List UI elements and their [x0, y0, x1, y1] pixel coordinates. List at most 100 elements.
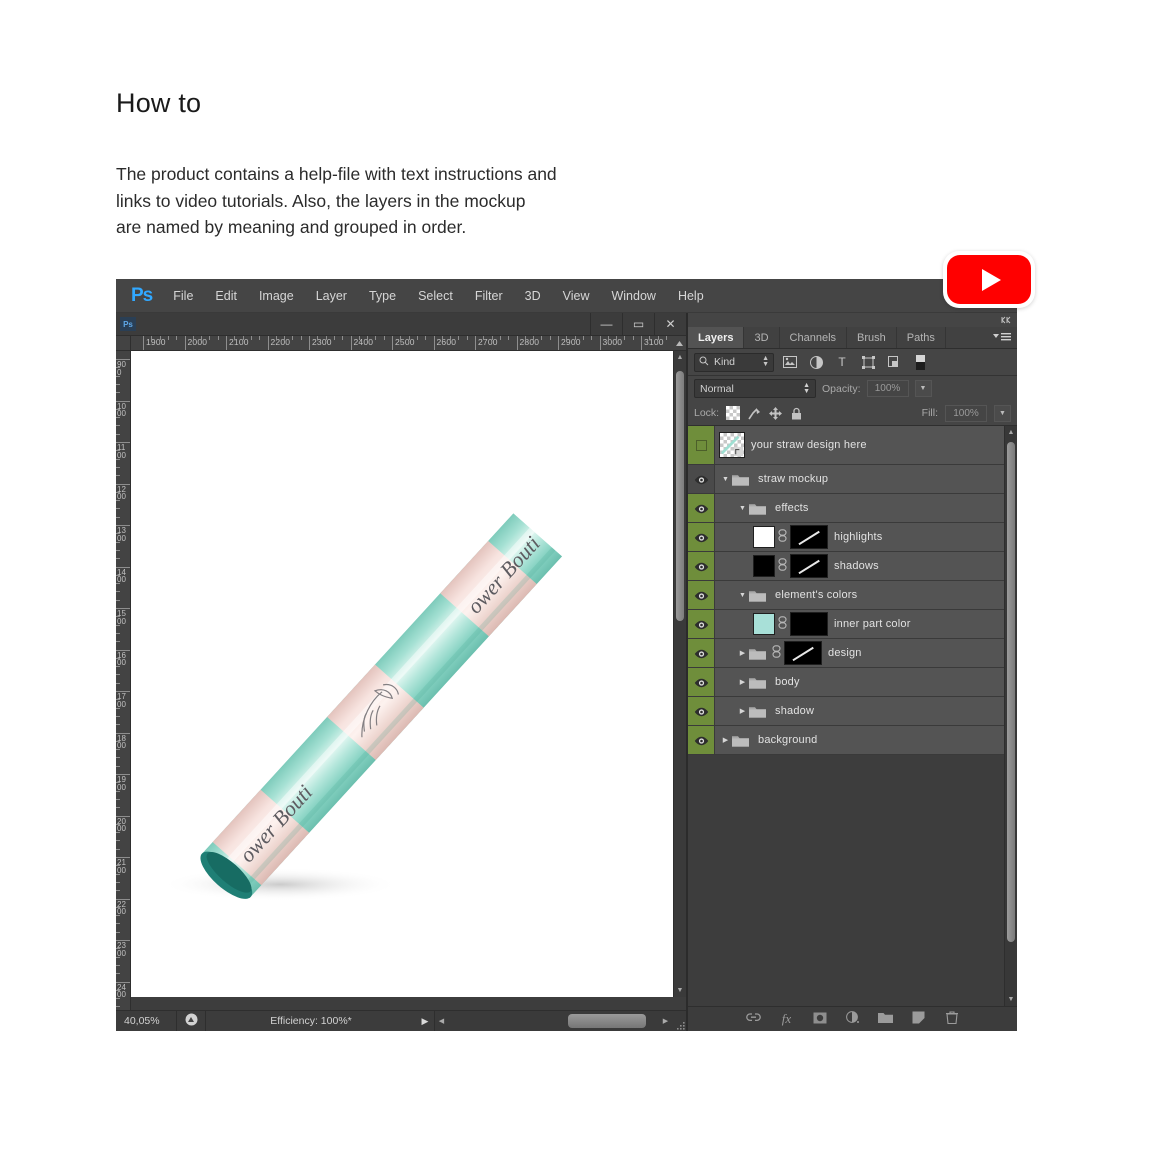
layer-row[interactable]: ▶ background	[688, 726, 1004, 755]
tab-layers[interactable]: Layers	[688, 327, 745, 348]
menu-item-3d[interactable]: 3D	[514, 285, 552, 307]
menu-item-layer[interactable]: Layer	[305, 285, 358, 307]
scroll-right-arrow-icon[interactable]: ▶	[659, 1017, 672, 1025]
tab-channels[interactable]: Channels	[779, 327, 848, 348]
layer-row-body[interactable]: inner part color	[715, 610, 1004, 638]
menu-item-view[interactable]: View	[552, 285, 601, 307]
resize-grip[interactable]	[672, 1011, 686, 1031]
layer-visibility-toggle[interactable]	[688, 610, 715, 638]
layer-row[interactable]: ▼ element's colors	[688, 581, 1004, 610]
lock-image-icon[interactable]	[747, 406, 761, 420]
link-icon[interactable]	[775, 616, 790, 632]
delete-layer-icon[interactable]	[944, 1011, 960, 1027]
layer-visibility-toggle[interactable]	[688, 552, 715, 580]
scroll-down-arrow-icon[interactable]: ▼	[1005, 993, 1017, 1006]
chevron-right-icon[interactable]: ▶	[736, 678, 749, 686]
layer-row-body[interactable]: highlights	[715, 523, 1004, 551]
layer-color-swatch[interactable]	[753, 613, 775, 635]
chevron-right-icon[interactable]: ▶	[736, 707, 749, 715]
layer-row[interactable]: ▼ straw mockup	[688, 465, 1004, 494]
link-icon[interactable]	[775, 529, 790, 545]
link-layers-icon[interactable]	[746, 1012, 762, 1026]
layer-row-body[interactable]: ▼ straw mockup	[715, 465, 1004, 493]
blend-mode-select[interactable]: Normal ▲ ▼	[694, 379, 816, 398]
layer-row[interactable]: your straw design here	[688, 426, 1004, 465]
zoom-level[interactable]: 40,05%	[116, 1015, 176, 1027]
layer-row-body[interactable]: ▶ design	[715, 639, 1004, 667]
menu-item-filter[interactable]: Filter	[464, 285, 514, 307]
layer-mask-thumbnail[interactable]	[790, 554, 828, 578]
canvas-vscroll-thumb[interactable]	[676, 371, 684, 621]
layer-visibility-toggle[interactable]	[688, 465, 715, 493]
scroll-up-arrow-icon[interactable]: ▲	[674, 351, 686, 364]
horizontal-ruler[interactable]: 1900 2000 2100 2200 2300 2400 2500 2600 2700 2800…	[131, 336, 673, 351]
layer-thumbnail[interactable]	[719, 432, 745, 458]
toggle-filter-icon[interactable]	[910, 353, 930, 372]
scroll-up-arrow-icon[interactable]: ▲	[1005, 426, 1017, 439]
chevron-updown-icon[interactable]: ▲ ▼	[762, 355, 769, 368]
chevron-right-icon[interactable]: ▶	[719, 736, 732, 744]
ruler-scroll-up-arrow[interactable]	[673, 336, 686, 351]
layer-mask-thumbnail[interactable]	[790, 525, 828, 549]
link-icon[interactable]	[769, 645, 784, 661]
canvas-hscroll-thumb[interactable]	[568, 1014, 646, 1028]
tab-brush[interactable]: Brush	[847, 327, 897, 348]
chevron-down-icon[interactable]: ▼	[736, 505, 749, 512]
layer-row[interactable]: ▶ body	[688, 668, 1004, 697]
menu-item-window[interactable]: Window	[600, 285, 666, 307]
canvas-artboard[interactable]: ower Bouti ower Bouti	[131, 351, 673, 997]
filter-kind-select[interactable]: Kind ▲ ▼	[694, 352, 774, 372]
chevron-down-icon[interactable]: ▼	[736, 592, 749, 599]
layer-color-swatch[interactable]	[753, 526, 775, 548]
link-icon[interactable]	[775, 558, 790, 574]
layer-visibility-toggle[interactable]	[688, 523, 715, 551]
menu-item-help[interactable]: Help	[667, 285, 715, 307]
layer-row-body[interactable]: ▶ background	[715, 726, 1004, 754]
ruler-corner[interactable]	[116, 336, 131, 351]
new-layer-icon[interactable]	[911, 1011, 927, 1027]
layer-mask-thumbnail[interactable]	[784, 641, 822, 665]
maximize-button[interactable]: ▭	[622, 313, 654, 335]
fill-dropdown-icon[interactable]: ▼	[994, 404, 1011, 422]
layer-list[interactable]: your straw design here ▼ straw mockup ▼ effe…	[688, 426, 1017, 1006]
layer-visibility-toggle-off[interactable]	[688, 426, 715, 464]
new-group-icon[interactable]	[878, 1012, 894, 1026]
chevron-right-icon[interactable]: ▶	[736, 649, 749, 657]
adjustment-filter-icon[interactable]	[806, 353, 826, 372]
layer-visibility-toggle[interactable]	[688, 697, 715, 725]
layer-visibility-toggle[interactable]	[688, 494, 715, 522]
adjustment-layer-icon[interactable]	[845, 1011, 861, 1027]
close-button[interactable]: ✕	[654, 313, 686, 335]
layer-row-body[interactable]: ▼ element's colors	[715, 581, 1004, 609]
layer-list-scroll-thumb[interactable]	[1007, 442, 1015, 942]
layer-row[interactable]: highlights	[688, 523, 1004, 552]
scroll-left-arrow-icon[interactable]: ◀	[435, 1017, 448, 1025]
scroll-down-arrow-icon[interactable]: ▼	[674, 984, 686, 997]
youtube-video-button[interactable]	[943, 251, 1035, 308]
document-info-icon[interactable]	[177, 1013, 205, 1029]
layer-row-body[interactable]: ▶ shadow	[715, 697, 1004, 725]
hscroll-track[interactable]	[448, 1011, 659, 1031]
layer-style-fx-icon[interactable]: fx	[779, 1011, 795, 1027]
layer-color-swatch[interactable]	[753, 555, 775, 577]
panel-menu-icon[interactable]	[993, 332, 1011, 345]
panel-collapse-button[interactable]	[688, 313, 1017, 327]
pixel-filter-icon[interactable]	[780, 353, 800, 372]
layer-visibility-toggle[interactable]	[688, 726, 715, 754]
menu-item-file[interactable]: File	[162, 285, 204, 307]
minimize-button[interactable]: —	[590, 313, 622, 335]
layer-mask-thumbnail[interactable]	[790, 612, 828, 636]
chevron-updown-icon[interactable]: ▲ ▼	[803, 382, 810, 395]
layer-list-scrollbar[interactable]: ▲ ▼	[1004, 426, 1017, 1006]
canvas[interactable]: ower Bouti ower Bouti ▲ ▼	[131, 351, 686, 1010]
fill-value[interactable]: 100%	[945, 404, 987, 422]
add-mask-icon[interactable]	[812, 1012, 828, 1027]
tab-3d[interactable]: 3D	[744, 327, 780, 348]
menu-item-edit[interactable]: Edit	[204, 285, 248, 307]
status-expand-arrow-icon[interactable]: ▶	[416, 1016, 434, 1027]
layer-visibility-toggle[interactable]	[688, 639, 715, 667]
smart-object-filter-icon[interactable]	[884, 353, 904, 372]
opacity-value[interactable]: 100%	[866, 380, 909, 397]
layer-row-body[interactable]: ▶ body	[715, 668, 1004, 696]
menu-item-type[interactable]: Type	[358, 285, 407, 307]
